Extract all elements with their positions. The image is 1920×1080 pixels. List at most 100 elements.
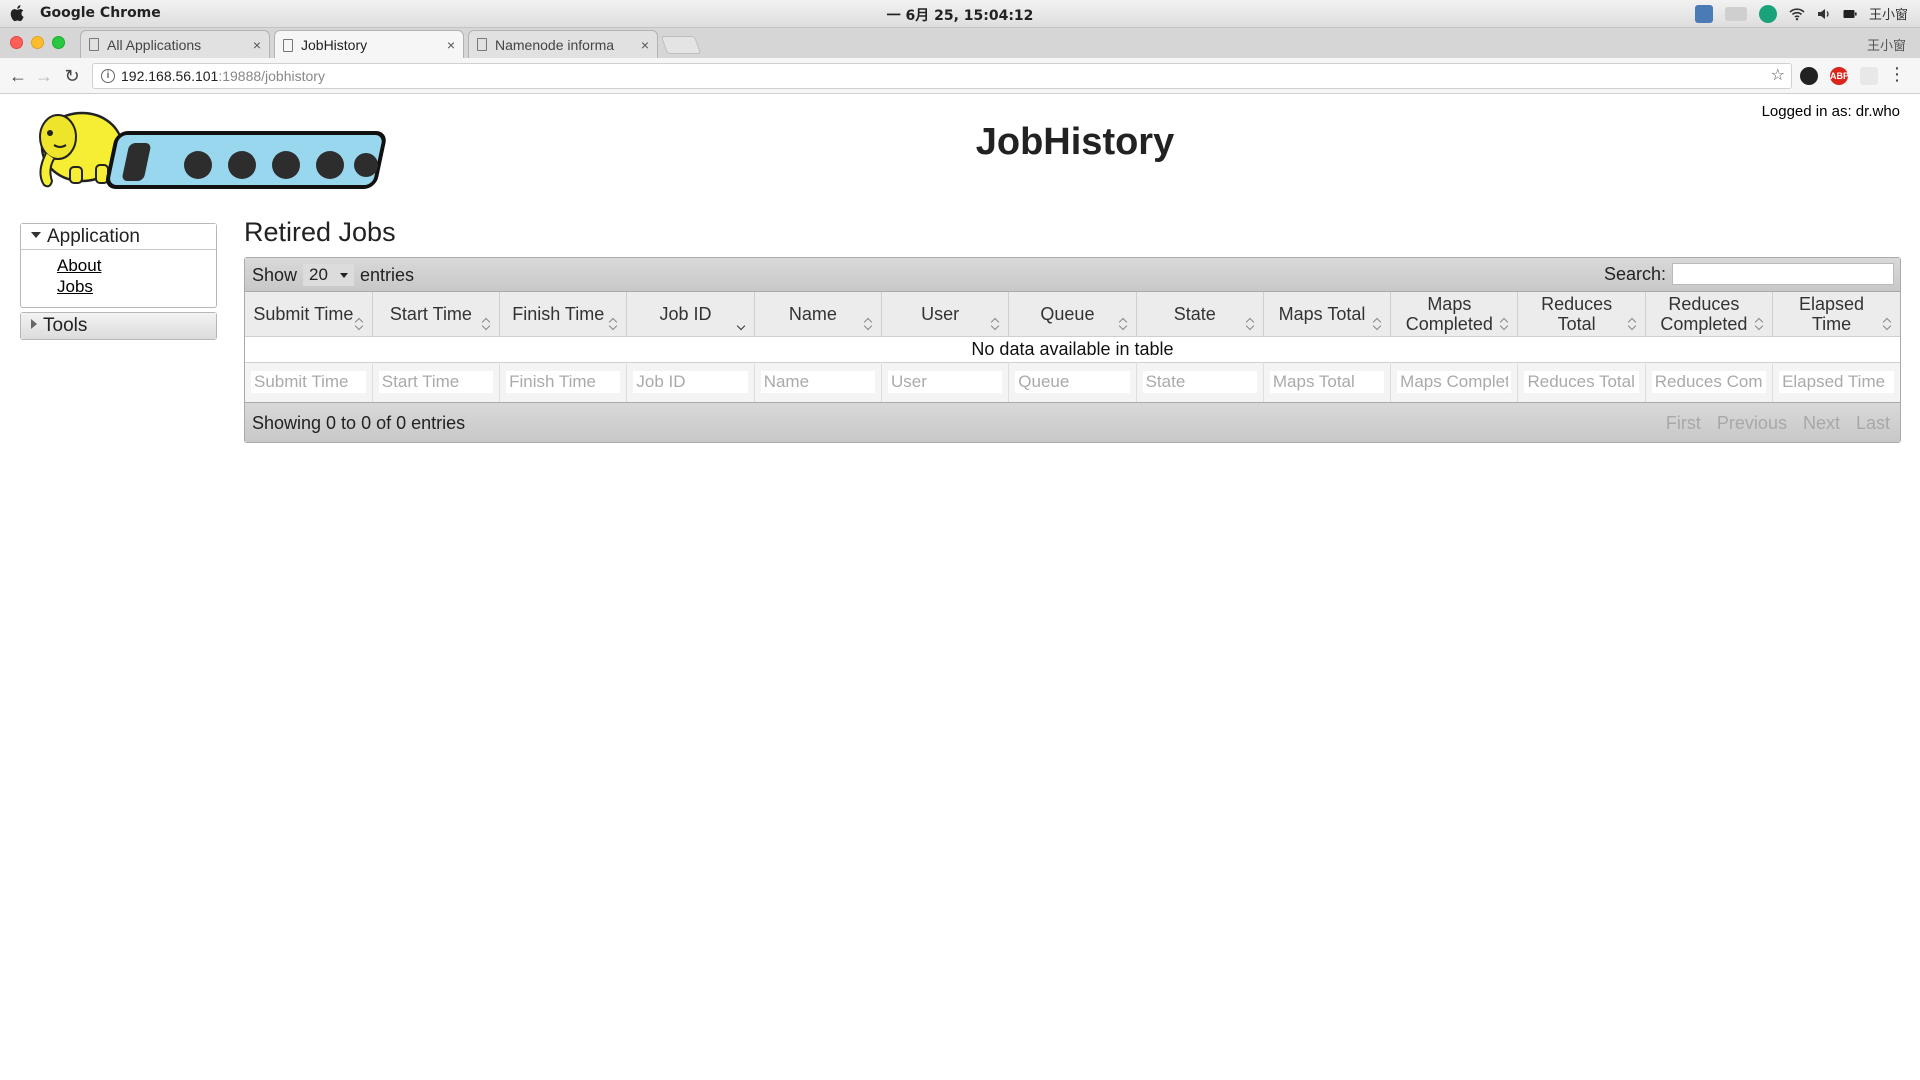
page-icon xyxy=(477,38,487,51)
elephant-tray-icon[interactable] xyxy=(1694,4,1713,23)
filter-name-input[interactable] xyxy=(760,371,875,394)
entries-per-page-select[interactable]: 20 xyxy=(303,264,354,286)
new-tab-button[interactable] xyxy=(660,36,702,54)
browser-menu-icon[interactable]: ⋮ xyxy=(1888,64,1906,85)
minimize-window-button[interactable] xyxy=(31,36,44,49)
shield-extension-icon[interactable] xyxy=(1860,67,1878,85)
filter-cell xyxy=(245,361,373,402)
column-header-elapsed-time[interactable]: Elapsed Time xyxy=(1772,292,1900,337)
filter-cell xyxy=(372,361,501,402)
filter-state-input[interactable] xyxy=(1142,371,1257,394)
column-header-finish-time[interactable]: Finish Time xyxy=(499,292,628,337)
maximize-window-button[interactable] xyxy=(52,36,65,49)
tab-close-icon[interactable]: × xyxy=(447,37,455,53)
sort-icon xyxy=(483,318,491,330)
reload-icon[interactable]: ↻ xyxy=(60,64,84,88)
next-page-button[interactable]: Next xyxy=(1803,413,1840,434)
column-header-submit-time[interactable]: Submit Time xyxy=(245,292,373,337)
filter-submit-time-input[interactable] xyxy=(251,371,366,394)
filter-finish-time-input[interactable] xyxy=(506,371,621,394)
tools-section-header[interactable]: Tools xyxy=(21,313,216,339)
column-header-user[interactable]: User xyxy=(881,292,1010,337)
tab-all-applications[interactable]: All Applications × xyxy=(80,30,270,58)
column-filter-row xyxy=(245,361,1900,402)
filter-cell xyxy=(1645,361,1774,402)
column-header-label: Maps Completed xyxy=(1405,293,1493,334)
last-page-button[interactable]: Last xyxy=(1856,413,1890,434)
table-info: Showing 0 to 0 of 0 entries xyxy=(252,413,466,433)
back-arrow-icon[interactable]: ← xyxy=(6,64,30,88)
filter-reduces-completed-input[interactable] xyxy=(1651,371,1767,394)
sort-icon xyxy=(356,318,364,330)
caret-right-icon xyxy=(31,318,37,329)
url-host: 192.168.56.101 xyxy=(121,68,219,84)
filter-maps-total-input[interactable] xyxy=(1269,371,1385,394)
filter-job-id-input[interactable] xyxy=(633,371,748,394)
browser-toolbar: ← → ↻ i 192.168.56.101:19888/jobhistory … xyxy=(0,58,1920,94)
empty-row: No data available in table xyxy=(245,336,1900,362)
tools-section-label: Tools xyxy=(43,315,88,336)
filter-elapsed-time-input[interactable] xyxy=(1779,371,1894,394)
filter-maps-completed-input[interactable] xyxy=(1397,371,1512,394)
site-info-icon[interactable]: i xyxy=(101,69,115,83)
filter-start-time-input[interactable] xyxy=(378,371,494,394)
column-header-maps-total[interactable]: Maps Total xyxy=(1263,292,1392,337)
column-header-maps-completed[interactable]: Maps Completed xyxy=(1390,292,1519,337)
column-header-label: Reduces Completed xyxy=(1660,293,1748,334)
column-header-label: Submit Time xyxy=(253,303,354,324)
column-header-name[interactable]: Name xyxy=(754,292,882,337)
filter-user-input[interactable] xyxy=(887,371,1003,394)
volume-icon[interactable] xyxy=(1817,7,1831,21)
column-header-job-id[interactable]: Job ID xyxy=(626,292,755,337)
url-path: :19888/jobhistory xyxy=(218,68,325,84)
sort-icon xyxy=(1884,318,1892,330)
bookmark-star-icon[interactable]: ☆ xyxy=(1771,64,1785,88)
forward-arrow-icon[interactable]: → xyxy=(32,64,56,88)
os-menu-bar: Google Chrome 一 6月 25, 15:04:12 王小窗 xyxy=(0,0,1920,28)
user-name[interactable]: 王小窗 xyxy=(1869,4,1908,23)
sort-descending-icon xyxy=(738,318,746,330)
column-header-queue[interactable]: Queue xyxy=(1008,292,1137,337)
jobs-link[interactable]: Jobs xyxy=(57,276,216,297)
search-input[interactable] xyxy=(1672,263,1894,285)
about-link[interactable]: About xyxy=(57,255,216,276)
keyboard-tray-icon[interactable] xyxy=(1724,6,1747,21)
system-clock[interactable]: 一 6月 25, 15:04:12 xyxy=(0,5,1920,25)
profile-name[interactable]: 王小窗 xyxy=(1867,35,1906,54)
column-header-label: Queue xyxy=(1040,303,1095,324)
teamviewer-tray-icon[interactable] xyxy=(1758,4,1777,23)
first-page-button[interactable]: First xyxy=(1666,413,1701,434)
battery-icon[interactable] xyxy=(1843,9,1857,19)
column-header-label: Start Time xyxy=(389,303,472,324)
application-section-header[interactable]: Application xyxy=(21,224,216,250)
filter-cell xyxy=(626,361,755,402)
column-header-reduces-total[interactable]: Reduces Total xyxy=(1517,292,1646,337)
filter-cell xyxy=(1008,361,1137,402)
filter-cell xyxy=(754,361,882,402)
sort-icon xyxy=(1629,318,1637,330)
adblock-icon[interactable]: ABP xyxy=(1830,67,1849,85)
tab-label: JobHistory xyxy=(301,37,368,53)
tab-jobhistory[interactable]: JobHistory × xyxy=(274,30,464,59)
filter-queue-input[interactable] xyxy=(1015,371,1130,394)
column-header-state[interactable]: State xyxy=(1136,292,1264,337)
sort-icon xyxy=(1120,318,1128,330)
column-header-label: Job ID xyxy=(659,303,712,324)
column-header-reduces-completed[interactable]: Reduces Completed xyxy=(1645,292,1774,337)
address-bar[interactable]: i 192.168.56.101:19888/jobhistory ☆ xyxy=(92,63,1792,89)
extension-icon[interactable] xyxy=(1800,67,1818,85)
close-window-button[interactable] xyxy=(10,36,23,49)
browser-tab-strip: All Applications × JobHistory × Namenode… xyxy=(0,28,1920,59)
sort-icon xyxy=(1374,318,1382,330)
sort-icon xyxy=(1501,318,1509,330)
tab-namenode-information[interactable]: Namenode informa × xyxy=(468,30,658,58)
column-header-start-time[interactable]: Start Time xyxy=(372,292,501,337)
wifi-icon[interactable] xyxy=(1789,7,1805,21)
previous-page-button[interactable]: Previous xyxy=(1717,413,1787,434)
page-icon xyxy=(89,38,99,51)
tab-close-icon[interactable]: × xyxy=(253,37,261,53)
logged-in-user: Logged in as: dr.who xyxy=(1761,103,1900,120)
filter-reduces-total-input[interactable] xyxy=(1524,371,1639,394)
tab-close-icon[interactable]: × xyxy=(641,37,649,53)
empty-table-message: No data available in table xyxy=(971,338,1174,359)
